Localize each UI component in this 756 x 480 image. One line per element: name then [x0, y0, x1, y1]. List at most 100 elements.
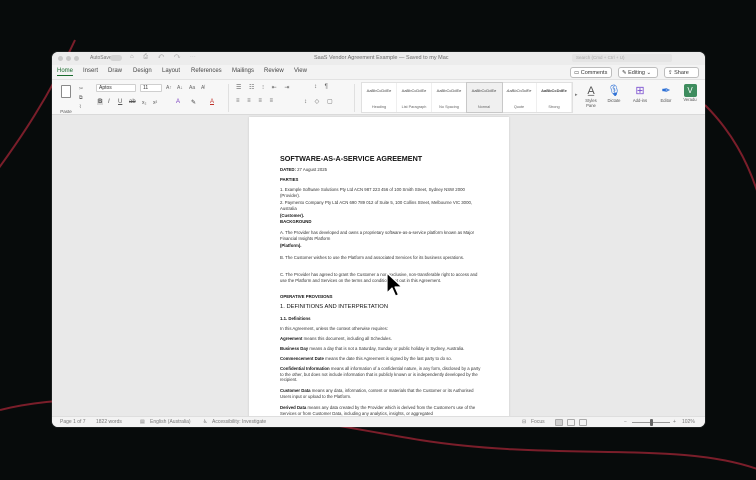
language-label[interactable]: English (Australia) — [150, 419, 191, 425]
definition-business-day: Business Day means a day that is not a S… — [280, 346, 465, 351]
focus-button[interactable]: Focus — [531, 419, 545, 425]
tab-draw[interactable]: Draw — [108, 68, 122, 74]
superscript-icon[interactable]: x² — [153, 100, 157, 106]
page-count[interactable]: Page 1 of 7 — [60, 419, 86, 425]
document-page[interactable]: SOFTWARE-AS-A-SERVICE AGREEMENT DATED: 2… — [249, 117, 509, 416]
editing-button[interactable]: ✎ Editing ⌄ — [618, 67, 658, 78]
proofing-icon[interactable]: ▤ — [140, 419, 145, 425]
background-heading: BACKGROUND — [280, 219, 312, 224]
shading-borders-icons[interactable]: ↕ ◇ ▢ — [304, 98, 336, 105]
definition-commencement-date: Commencement Date means the date this Ag… — [280, 356, 452, 361]
tab-review[interactable]: Review — [264, 68, 284, 74]
focus-icon[interactable]: ⊟ — [522, 419, 526, 425]
definition-confidential-information: Confidential Information means all infor… — [280, 366, 481, 383]
operative-heading: OPERATIVE PROVISIONS — [280, 294, 333, 299]
format-painter-icon[interactable]: ⌇ — [79, 104, 81, 110]
font-size-select[interactable]: 11 — [140, 84, 162, 92]
styles-pane-button[interactable]: A̲ Styles Pane — [580, 83, 602, 108]
document-canvas[interactable]: SOFTWARE-AS-A-SERVICE AGREEMENT DATED: 2… — [52, 115, 705, 416]
zoom-level[interactable]: 102% — [682, 419, 695, 425]
styles-gallery: AaBbCcDdEe Heading AaBbCcDdEe List Paragra… — [361, 82, 573, 113]
underline-icon[interactable]: U — [118, 99, 122, 105]
zoom-out-icon[interactable]: − — [624, 419, 627, 425]
style-no-spacing[interactable]: AaBbCcDdEe No Spacing — [432, 83, 467, 112]
autosave-label: AutoSave — [90, 55, 112, 61]
document-title: SaaS Vendor Agreement Example — Saved to… — [314, 55, 449, 61]
section-1-1-heading: 1.1. Definitions — [280, 316, 311, 321]
clear-formatting-icon[interactable]: A̸ — [201, 85, 204, 91]
autosave-toggle[interactable] — [110, 55, 122, 61]
strikethrough-icon[interactable]: ab — [129, 99, 136, 105]
add-ins-icon: ⊞ — [635, 85, 645, 97]
styles-expand-icon[interactable]: ▸ — [575, 92, 578, 98]
styles-pane-icon: A̲ — [587, 85, 595, 97]
ribbon-divider — [354, 84, 355, 112]
copy-icon[interactable]: ⧉ — [79, 95, 83, 101]
definition-derived-data: Derived Data means any data created by t… — [280, 405, 476, 416]
style-heading[interactable]: AaBbCcDdEe Heading — [362, 83, 397, 112]
definition-agreement: Agreement means this document, including… — [280, 336, 392, 341]
editor-button[interactable]: ✒ Editor — [655, 83, 677, 103]
style-list-paragraph[interactable]: AaBbCcDdEe List Paragraph — [397, 83, 432, 112]
tab-references[interactable]: References — [191, 68, 222, 74]
font-name-select[interactable]: Aptos — [96, 84, 136, 92]
definitions-intro: In this Agreement, unless the context ot… — [280, 326, 388, 331]
text-effects-icon[interactable]: A — [176, 99, 180, 105]
bold-icon[interactable]: B — [97, 99, 104, 105]
style-quote[interactable]: AaBbCcDdEe Quote — [502, 83, 537, 112]
window-controls[interactable] — [58, 56, 79, 61]
sort-pilcrow-icons[interactable]: ↕ ¶ — [314, 84, 331, 90]
tab-insert[interactable]: Insert — [83, 68, 98, 74]
cut-icon[interactable]: ✂ — [79, 86, 83, 92]
italic-icon[interactable]: I — [108, 99, 110, 105]
ribbon-divider — [228, 84, 229, 112]
font-shrink-icon[interactable]: A↓ — [177, 85, 183, 91]
tab-design[interactable]: Design — [133, 68, 152, 74]
subscript-icon[interactable]: x₂ — [142, 100, 146, 106]
share-button[interactable]: ⇪ Share — [664, 67, 699, 78]
font-grow-icon[interactable]: A↑ — [166, 85, 172, 91]
style-strong[interactable]: AaBbCcDdEe Strong — [537, 83, 572, 112]
section-1-heading: 1. DEFINITIONS AND INTERPRETATION — [280, 304, 389, 310]
comment-icon: ▭ — [574, 69, 581, 76]
party-1: 1. Example Software Solutions Pty Ltd AC… — [280, 187, 465, 198]
word-count[interactable]: 1822 words — [96, 419, 122, 425]
editor-icon: ✒ — [661, 85, 671, 97]
title-bar: AutoSave ⌂ ⎙ ↶ ↷ ⋯ SaaS Vendor Agreement… — [52, 52, 705, 65]
search-input[interactable]: Search (Cmd + Ctrl + U) — [572, 54, 672, 62]
veradu-button[interactable]: V Veradu — [679, 83, 701, 102]
list-icons[interactable]: ☰ ☷ ⁝ ⇤ ⇥ — [236, 84, 292, 91]
print-layout-view-icon[interactable] — [555, 419, 563, 426]
dictate-button[interactable]: 🎙︎ Dictate — [603, 83, 625, 103]
zoom-slider-thumb[interactable] — [650, 419, 653, 426]
zoom-in-icon[interactable]: + — [673, 419, 676, 425]
word-window: AutoSave ⌂ ⎙ ↶ ↷ ⋯ SaaS Vendor Agreement… — [52, 52, 705, 427]
quick-access-icons[interactable]: ⌂ ⎙ ↶ ↷ ⋯ — [130, 54, 200, 61]
platform-line: (Platform). — [280, 243, 302, 248]
tab-view[interactable]: View — [294, 68, 307, 74]
mouse-pointer-icon — [386, 272, 403, 297]
tab-mailings[interactable]: Mailings — [232, 68, 254, 74]
parties-heading: PARTIES — [280, 177, 299, 182]
document-heading: SOFTWARE-AS-A-SERVICE AGREEMENT — [280, 154, 423, 163]
add-ins-button[interactable]: ⊞ Add-ins — [629, 83, 651, 103]
read-mode-view-icon[interactable] — [579, 419, 587, 426]
microphone-icon: 🎙︎ — [607, 85, 621, 97]
accessibility-status[interactable]: Accessibility: Investigate — [212, 419, 266, 425]
tab-layout[interactable]: Layout — [162, 68, 180, 74]
accessibility-icon[interactable]: ♿︎ — [203, 419, 207, 425]
ribbon-home: Paste ✂ ⧉ ⌇ Aptos 11 A↑ A↓ Aa A̸ B I U a… — [52, 79, 705, 115]
comments-button[interactable]: ▭ Comments — [570, 67, 612, 78]
alignment-icons[interactable]: ≡ ≡ ≡ ≡ — [236, 98, 276, 104]
font-color-icon[interactable]: A — [210, 99, 214, 105]
change-case-icon[interactable]: Aa — [189, 85, 195, 91]
style-normal[interactable]: AaBbCcDdEe Normal — [466, 82, 503, 113]
background-a: A. The Provider has developed and owns a… — [280, 230, 475, 241]
party-2: 2. Paymento Company Pty Ltd ACN 690 789 … — [280, 200, 473, 211]
web-layout-view-icon[interactable] — [567, 419, 575, 426]
tab-home[interactable]: Home — [57, 68, 74, 76]
paste-button[interactable]: Paste — [57, 82, 75, 114]
highlight-icon[interactable]: ✎ — [191, 99, 196, 106]
status-bar: Page 1 of 7 1822 words ▤ English (Austra… — [52, 416, 705, 427]
date-line: DATED: 27 August 2025 — [280, 167, 327, 172]
